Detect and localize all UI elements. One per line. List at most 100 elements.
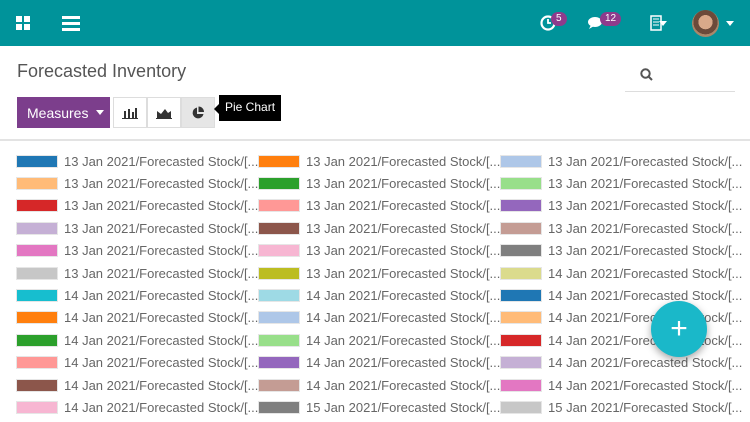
- legend-item[interactable]: 13 Jan 2021/Forecasted Stock/[...: [16, 153, 258, 169]
- legend-label: 14 Jan 2021/Forecasted Stock/[...: [64, 310, 259, 326]
- legend-item[interactable]: 13 Jan 2021/Forecasted Stock/[...: [500, 243, 742, 259]
- chevron-down-icon: [96, 110, 105, 115]
- legend-swatch: [500, 244, 542, 258]
- legend-item[interactable]: 14 Jan 2021/Forecasted Stock/[...: [500, 287, 742, 303]
- legend-swatch: [16, 356, 58, 370]
- legend-swatch: [16, 288, 58, 302]
- measures-dropdown-button[interactable]: Measures: [17, 97, 110, 128]
- legend-item[interactable]: 13 Jan 2021/Forecasted Stock/[...: [258, 153, 500, 169]
- legend-item[interactable]: 13 Jan 2021/Forecasted Stock/[...: [258, 198, 500, 214]
- legend-item[interactable]: 13 Jan 2021/Forecasted Stock/[...: [16, 175, 258, 191]
- legend-label: 13 Jan 2021/Forecasted Stock/[...: [548, 198, 743, 214]
- legend-label: 14 Jan 2021/Forecasted Stock/[...: [64, 355, 259, 371]
- legend-item[interactable]: 14 Jan 2021/Forecasted Stock/[...: [500, 377, 742, 393]
- legend-label: 13 Jan 2021/Forecasted Stock/[...: [64, 243, 259, 259]
- legend-swatch: [500, 400, 542, 414]
- legend-swatch: [258, 221, 300, 235]
- legend-swatch: [16, 378, 58, 392]
- pie-chart-tooltip: Pie Chart: [213, 95, 282, 121]
- bar-chart-button[interactable]: [113, 97, 147, 128]
- legend-label: 14 Jan 2021/Forecasted Stock/[...: [306, 355, 501, 371]
- legend-label: 14 Jan 2021/Forecasted Stock/[...: [306, 310, 501, 326]
- plus-icon: +: [670, 312, 688, 345]
- legend-swatch: [500, 378, 542, 392]
- legend-item[interactable]: 15 Jan 2021/Forecasted Stock/[...: [500, 399, 742, 415]
- legend-item[interactable]: 14 Jan 2021/Forecasted Stock/[...: [16, 332, 258, 348]
- legend-item[interactable]: 13 Jan 2021/Forecasted Stock/[...: [16, 198, 258, 214]
- menu-hamburger-icon[interactable]: [60, 13, 82, 33]
- legend-label: 13 Jan 2021/Forecasted Stock/[...: [548, 243, 743, 259]
- legend-label: 14 Jan 2021/Forecasted Stock/[...: [548, 377, 743, 393]
- bar-chart-icon: [122, 107, 138, 119]
- legend-label: 14 Jan 2021/Forecasted Stock/[...: [64, 399, 259, 415]
- legend-swatch: [258, 266, 300, 280]
- legend-swatch: [500, 333, 542, 347]
- legend-label: 15 Jan 2021/Forecasted Stock/[...: [306, 399, 501, 415]
- legend-item[interactable]: 13 Jan 2021/Forecasted Stock/[...: [258, 243, 500, 259]
- legend-swatch: [16, 221, 58, 235]
- legend-label: 14 Jan 2021/Forecasted Stock/[...: [548, 355, 743, 371]
- legend-item[interactable]: 14 Jan 2021/Forecasted Stock/[...: [16, 287, 258, 303]
- legend-item[interactable]: 14 Jan 2021/Forecasted Stock/[...: [258, 355, 500, 371]
- search-icon: [640, 68, 653, 81]
- legend-label: 13 Jan 2021/Forecasted Stock/[...: [306, 243, 501, 259]
- legend-swatch: [258, 288, 300, 302]
- legend-label: 14 Jan 2021/Forecasted Stock/[...: [548, 310, 743, 326]
- legend-label: 13 Jan 2021/Forecasted Stock/[...: [306, 175, 501, 191]
- legend-swatch: [258, 356, 300, 370]
- legend-label: 14 Jan 2021/Forecasted Stock/[...: [306, 377, 501, 393]
- legend-item[interactable]: 14 Jan 2021/Forecasted Stock/[...: [258, 287, 500, 303]
- user-menu[interactable]: [692, 10, 738, 38]
- legend-item[interactable]: 13 Jan 2021/Forecasted Stock/[...: [258, 220, 500, 236]
- legend-item[interactable]: 14 Jan 2021/Forecasted Stock/[...: [16, 399, 258, 415]
- legend-item[interactable]: 13 Jan 2021/Forecasted Stock/[...: [16, 265, 258, 281]
- legend-label: 13 Jan 2021/Forecasted Stock/[...: [64, 220, 259, 236]
- legend-item[interactable]: 14 Jan 2021/Forecasted Stock/[...: [258, 310, 500, 326]
- legend-item[interactable]: 13 Jan 2021/Forecasted Stock/[...: [258, 265, 500, 281]
- legend-swatch: [16, 333, 58, 347]
- add-button[interactable]: +: [651, 301, 707, 357]
- legend-item[interactable]: 14 Jan 2021/Forecasted Stock/[...: [16, 355, 258, 371]
- legend-item[interactable]: 15 Jan 2021/Forecasted Stock/[...: [258, 399, 500, 415]
- legend-swatch: [258, 311, 300, 325]
- legend-item[interactable]: 13 Jan 2021/Forecasted Stock/[...: [500, 175, 742, 191]
- legend-swatch: [258, 333, 300, 347]
- legend-label: 13 Jan 2021/Forecasted Stock/[...: [548, 220, 743, 236]
- legend-swatch: [500, 221, 542, 235]
- legend-item[interactable]: 14 Jan 2021/Forecasted Stock/[...: [16, 377, 258, 393]
- legend-swatch: [258, 199, 300, 213]
- avatar: [692, 10, 719, 37]
- pie-chart-icon: [192, 106, 204, 118]
- page-title: Forecasted Inventory: [17, 61, 187, 81]
- legend-label: 13 Jan 2021/Forecasted Stock/[...: [548, 153, 743, 169]
- legend-swatch: [500, 266, 542, 280]
- legend-item[interactable]: 13 Jan 2021/Forecasted Stock/[...: [16, 243, 258, 259]
- company-switcher[interactable]: [639, 14, 673, 32]
- legend-swatch: [500, 356, 542, 370]
- legend-item[interactable]: 13 Jan 2021/Forecasted Stock/[...: [16, 220, 258, 236]
- legend-item[interactable]: 14 Jan 2021/Forecasted Stock/[...: [258, 377, 500, 393]
- area-chart-icon: [156, 108, 172, 119]
- legend-swatch: [16, 154, 58, 168]
- legend-swatch: [258, 400, 300, 414]
- legend-item[interactable]: 14 Jan 2021/Forecasted Stock/[...: [500, 265, 742, 281]
- divider: [0, 139, 750, 141]
- search-input[interactable]: [625, 56, 735, 92]
- legend-item[interactable]: 14 Jan 2021/Forecasted Stock/[...: [500, 355, 742, 371]
- apps-grid-icon[interactable]: [14, 14, 32, 32]
- legend-item[interactable]: 13 Jan 2021/Forecasted Stock/[...: [500, 220, 742, 236]
- legend-swatch: [500, 154, 542, 168]
- legend-swatch: [16, 311, 58, 325]
- legend-swatch: [500, 288, 542, 302]
- legend-swatch: [16, 266, 58, 280]
- legend-item[interactable]: 13 Jan 2021/Forecasted Stock/[...: [500, 198, 742, 214]
- legend-label: 14 Jan 2021/Forecasted Stock/[...: [64, 287, 259, 303]
- legend-item[interactable]: 13 Jan 2021/Forecasted Stock/[...: [258, 175, 500, 191]
- legend-item[interactable]: 13 Jan 2021/Forecasted Stock/[...: [500, 153, 742, 169]
- legend-item[interactable]: 14 Jan 2021/Forecasted Stock/[...: [258, 332, 500, 348]
- top-navbar: 5 12: [0, 0, 750, 46]
- legend-label: 13 Jan 2021/Forecasted Stock/[...: [548, 175, 743, 191]
- pie-chart-button[interactable]: [181, 97, 215, 128]
- legend-item[interactable]: 14 Jan 2021/Forecasted Stock/[...: [16, 310, 258, 326]
- line-chart-button[interactable]: [147, 97, 181, 128]
